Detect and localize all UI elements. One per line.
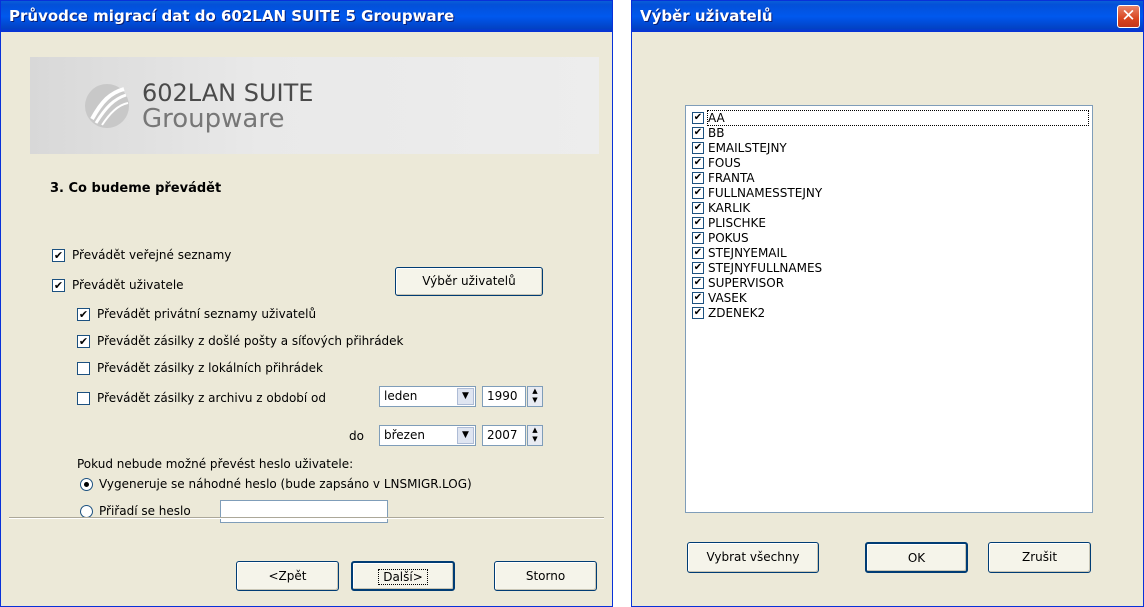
- users-label: Převádět uživatele: [72, 278, 184, 292]
- public-lists-checkbox[interactable]: ✔: [52, 249, 65, 262]
- received-mail-checkbox[interactable]: ✔: [77, 335, 90, 348]
- to-year-spinner[interactable]: ▲ ▼: [527, 425, 543, 446]
- back-button[interactable]: <Zpět: [236, 561, 339, 591]
- public-lists-label: Převádět veřejné seznamy: [72, 248, 232, 262]
- assign-password-label: Přiřadí se heslo: [99, 504, 191, 518]
- user-name: FULLNAMESSTEJNY: [708, 186, 823, 200]
- user-checkbox[interactable]: ✔: [692, 157, 704, 169]
- wizard-title: Průvodce migrací dat do 602LAN SUITE 5 G…: [1, 1, 612, 32]
- user-checkbox[interactable]: ✔: [692, 112, 704, 124]
- spin-down-icon[interactable]: ▼: [528, 396, 542, 405]
- user-checkbox[interactable]: ✔: [692, 277, 704, 289]
- chevron-down-icon[interactable]: ▼: [457, 427, 474, 444]
- to-month-value: březen: [384, 428, 425, 442]
- user-checkbox[interactable]: ✔: [692, 202, 704, 214]
- select-users-button[interactable]: Výběr uživatelů: [395, 267, 543, 296]
- user-name: AA: [707, 110, 1089, 126]
- logo-banner: 602LAN SUITE Groupware: [30, 57, 599, 154]
- user-list[interactable]: ✔ AA ✔ BB ✔ EMAILSTEJNY ✔ FOUS ✔ FRANTA …: [685, 105, 1093, 513]
- local-folders-checkbox[interactable]: [77, 362, 90, 375]
- cancel-button[interactable]: Storno: [494, 561, 597, 591]
- to-label: do: [349, 429, 364, 443]
- user-checkbox[interactable]: ✔: [692, 172, 704, 184]
- next-button-label: Další>: [378, 569, 428, 585]
- logo-text-line1: 602LAN SUITE: [142, 79, 314, 107]
- user-checkbox[interactable]: ✔: [692, 262, 704, 274]
- user-name: ZDENEK2: [708, 306, 766, 320]
- dialog-cancel-button[interactable]: Zrušit: [988, 542, 1091, 573]
- step-heading: 3. Co budeme převádět: [50, 181, 222, 196]
- user-name: FOUS: [708, 156, 741, 170]
- ok-button[interactable]: OK: [865, 542, 968, 573]
- to-month-select[interactable]: březen ▼: [379, 425, 476, 446]
- from-month-value: leden: [384, 389, 418, 403]
- random-password-radio[interactable]: [80, 478, 93, 491]
- private-lists-checkbox[interactable]: ✔: [77, 308, 90, 321]
- random-password-label: Vygeneruje se náhodné heslo (bude zapsán…: [99, 477, 472, 491]
- user-name: SUPERVISOR: [708, 276, 785, 290]
- user-checkbox[interactable]: ✔: [692, 142, 704, 154]
- local-folders-label: Převádět zásilky z lokálních přihrádek: [97, 361, 323, 375]
- user-selection-dialog: Výběr uživatelů ✕ ✔ AA ✔ BB ✔ EMAILSTEJN…: [631, 0, 1144, 607]
- separator: [9, 517, 604, 519]
- migration-wizard-window: Průvodce migrací dat do 602LAN SUITE 5 G…: [0, 0, 613, 607]
- spin-up-icon[interactable]: ▲: [528, 426, 542, 435]
- spin-down-icon[interactable]: ▼: [528, 435, 542, 444]
- user-name: EMAILSTEJNY: [708, 141, 787, 155]
- user-checkbox[interactable]: ✔: [692, 217, 704, 229]
- archive-label: Převádět zásilky z archivu z období od: [97, 391, 327, 405]
- dialog-title: Výběr uživatelů: [632, 1, 1143, 32]
- user-name: VASEK: [708, 291, 747, 305]
- user-name: POKUS: [708, 231, 749, 245]
- select-all-button[interactable]: Vybrat všechny: [687, 542, 819, 573]
- password-prompt: Pokud nebude možné převést heslo uživate…: [77, 457, 354, 471]
- assign-password-input[interactable]: [220, 500, 388, 523]
- user-name: STEJNYEMAIL: [708, 246, 787, 260]
- spin-up-icon[interactable]: ▲: [528, 387, 542, 396]
- user-name: PLISCHKE: [708, 216, 766, 230]
- archive-checkbox[interactable]: [77, 392, 90, 405]
- chevron-down-icon[interactable]: ▼: [457, 388, 474, 405]
- from-year-input[interactable]: 1990: [482, 386, 526, 407]
- logo-text-line2: Groupware: [142, 104, 285, 134]
- close-icon[interactable]: ✕: [1117, 5, 1140, 28]
- private-lists-label: Převádět privátní seznamy uživatelů: [97, 307, 317, 321]
- user-name: FRANTA: [708, 171, 755, 185]
- user-name: STEJNYFULLNAMES: [708, 261, 823, 275]
- user-checkbox[interactable]: ✔: [692, 232, 704, 244]
- next-button[interactable]: Další>: [351, 561, 455, 591]
- from-month-select[interactable]: leden ▼: [379, 386, 476, 407]
- received-mail-label: Převádět zásilky z došlé pošty a síťovýc…: [97, 334, 404, 348]
- user-checkbox[interactable]: ✔: [692, 187, 704, 199]
- user-checkbox[interactable]: ✔: [692, 247, 704, 259]
- user-checkbox[interactable]: ✔: [692, 292, 704, 304]
- user-checkbox[interactable]: ✔: [692, 307, 704, 319]
- users-checkbox[interactable]: ✔: [52, 279, 65, 292]
- from-year-spinner[interactable]: ▲ ▼: [527, 386, 543, 407]
- logo-swirl-icon: [85, 84, 129, 128]
- to-year-input[interactable]: 2007: [482, 425, 526, 446]
- user-name: KARLIK: [708, 201, 751, 215]
- user-name: BB: [708, 126, 725, 140]
- user-checkbox[interactable]: ✔: [692, 127, 704, 139]
